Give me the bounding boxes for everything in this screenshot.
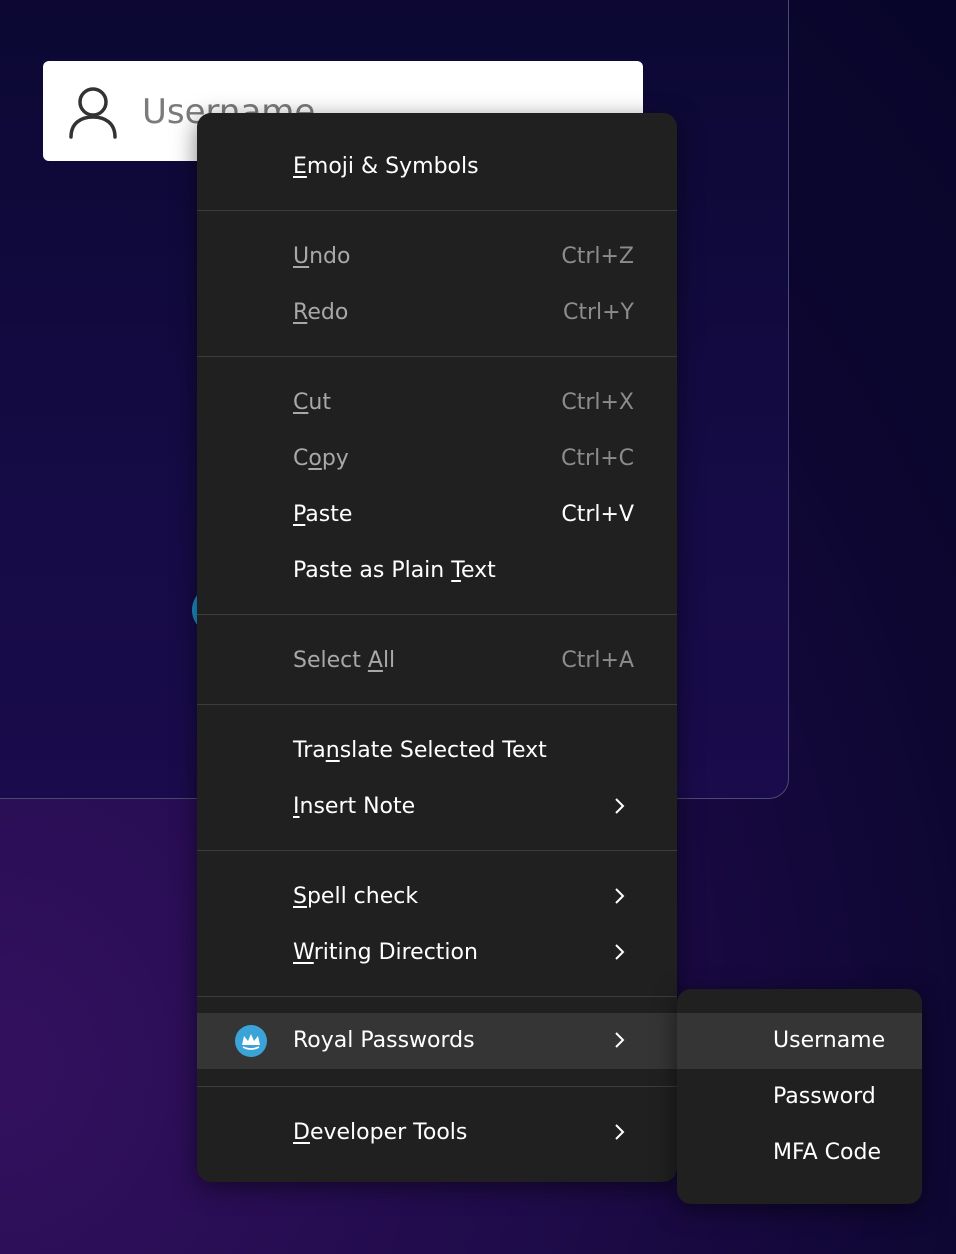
menu-separator [197,996,677,997]
menu-item-writing-direction[interactable]: Writing Direction [197,925,677,981]
submenu-item-label: Username [773,1028,886,1053]
menu-item-shortcut: Ctrl+A [561,648,634,673]
menu-item-label: Emoji & Symbols [293,154,479,179]
menu-item-redo[interactable]: Redo Ctrl+Y [197,285,677,341]
menu-item-shortcut: Ctrl+Z [561,244,634,269]
menu-separator [197,850,677,851]
menu-separator [197,1086,677,1087]
menu-item-label: Spell check [293,884,419,909]
menu-item-label: Paste [293,502,353,527]
menu-item-developer-tools[interactable]: Developer Tools [197,1105,677,1161]
menu-item-label: Translate Selected Text [293,738,547,763]
submenu-item-mfa-code[interactable]: MFA Code [677,1125,922,1181]
menu-item-label: Insert Note [293,794,416,819]
menu-item-label: Royal Passwords [293,1028,475,1053]
menu-item-select-all[interactable]: Select All Ctrl+A [197,633,677,689]
menu-item-paste-plain-text[interactable]: Paste as Plain Text [197,543,677,599]
menu-item-label: Copy [293,446,349,471]
menu-item-label: Undo [293,244,351,269]
menu-separator [197,356,677,357]
chevron-right-icon [615,1124,625,1140]
royal-passwords-crown-icon [235,1025,267,1057]
menu-item-cut[interactable]: Cut Ctrl+X [197,375,677,431]
menu-item-label: Redo [293,300,349,325]
menu-item-label: Developer Tools [293,1120,468,1145]
submenu-item-password[interactable]: Password [677,1069,922,1125]
chevron-right-icon [615,798,625,814]
menu-item-shortcut: Ctrl+C [561,446,634,471]
menu-item-royal-passwords[interactable]: Royal Passwords [197,1013,677,1069]
menu-item-translate-selected-text[interactable]: Translate Selected Text [197,723,677,779]
menu-separator [197,704,677,705]
menu-item-insert-note[interactable]: Insert Note [197,779,677,835]
menu-item-copy[interactable]: Copy Ctrl+C [197,431,677,487]
menu-item-spell-check[interactable]: Spell check [197,869,677,925]
chevron-right-icon [615,944,625,960]
menu-separator [197,210,677,211]
menu-item-undo[interactable]: Undo Ctrl+Z [197,229,677,285]
menu-item-shortcut: Ctrl+V [561,502,634,527]
royal-passwords-submenu: Username Password MFA Code [677,989,922,1204]
menu-item-label: Cut [293,390,331,415]
menu-item-label: Paste as Plain Text [293,558,496,583]
submenu-item-label: MFA Code [773,1140,881,1165]
menu-item-shortcut: Ctrl+Y [562,300,634,325]
menu-item-shortcut: Ctrl+X [561,390,634,415]
menu-separator [197,614,677,615]
submenu-item-username[interactable]: Username [677,1013,922,1069]
menu-item-label: Select All [293,648,396,673]
menu-item-paste[interactable]: Paste Ctrl+V [197,487,677,543]
chevron-right-icon [615,1032,625,1048]
user-icon [69,87,117,139]
chevron-right-icon [615,888,625,904]
context-menu: Emoji & Symbols Undo Ctrl+Z Redo Ctrl+Y … [197,113,677,1182]
submenu-item-label: Password [773,1084,876,1109]
menu-item-emoji-symbols[interactable]: Emoji & Symbols [197,139,677,195]
menu-item-label: Writing Direction [293,940,478,965]
